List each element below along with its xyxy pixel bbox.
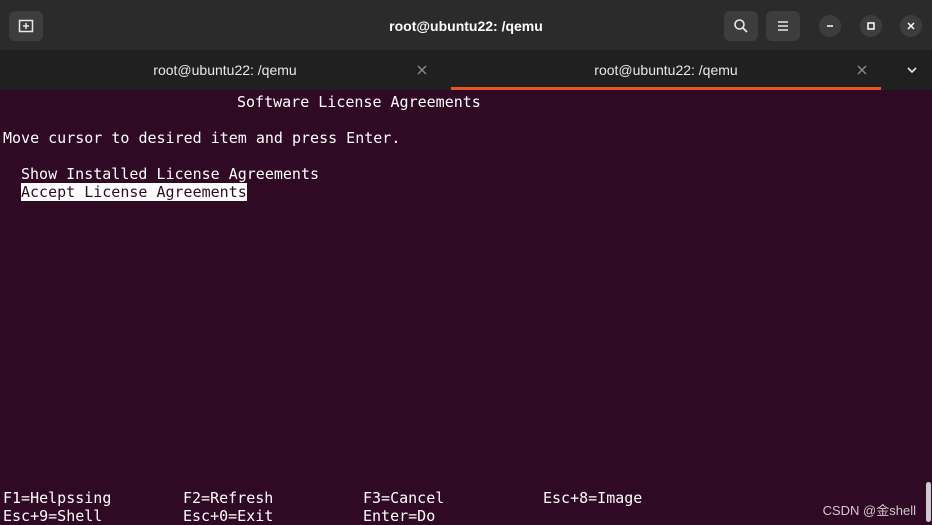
- tab-bar: root@ubuntu22: /qemu root@ubuntu22: /qem…: [0, 50, 932, 90]
- fkey-help: F1=Helpssing: [3, 489, 112, 507]
- tab-label: root@ubuntu22: /qemu: [594, 62, 738, 78]
- chevron-down-icon: [907, 67, 917, 74]
- maximize-button[interactable]: [860, 15, 882, 37]
- hamburger-menu-icon: [778, 21, 788, 31]
- screen-heading: Software License Agreements: [237, 93, 481, 111]
- tab-1[interactable]: root@ubuntu22: /qemu: [0, 50, 450, 90]
- menu-item-accept-license[interactable]: Accept License Agreements: [21, 183, 247, 201]
- minimize-button[interactable]: [819, 15, 841, 37]
- title-bar: root@ubuntu22: /qemu: [0, 0, 932, 50]
- fkey-refresh: F2=Refresh: [183, 489, 274, 507]
- terminal-area[interactable]: Software License Agreements Move cursor …: [0, 90, 932, 525]
- maximize-icon: [867, 22, 875, 30]
- menu-button[interactable]: [766, 11, 800, 41]
- fkey-cancel: F3=Cancel: [363, 489, 445, 507]
- close-icon: [907, 22, 915, 30]
- watermark: CSDN @金shell: [822, 503, 916, 518]
- tab-2-active[interactable]: root@ubuntu22: /qemu: [451, 50, 881, 90]
- fkey-shell: Esc+9=Shell: [3, 507, 103, 525]
- close-button[interactable]: [900, 15, 922, 37]
- search-button[interactable]: [724, 11, 758, 41]
- close-icon: [417, 65, 427, 75]
- fkey-exit: Esc+0=Exit: [183, 507, 274, 525]
- scrollbar-thumb[interactable]: [926, 482, 931, 522]
- tab-close-button[interactable]: [415, 63, 429, 77]
- close-icon: [857, 65, 867, 75]
- tab-close-button[interactable]: [855, 63, 869, 77]
- search-icon: [734, 19, 748, 33]
- new-tab-icon: [18, 19, 34, 33]
- minimize-icon: [827, 25, 833, 27]
- fkey-do: Enter=Do: [363, 507, 436, 525]
- instruction-text: Move cursor to desired item and press En…: [3, 129, 401, 147]
- tab-overflow-button[interactable]: [905, 63, 919, 77]
- new-tab-button[interactable]: [9, 11, 43, 41]
- fkey-image: Esc+8=Image: [543, 489, 643, 507]
- tab-label: root@ubuntu22: /qemu: [153, 62, 297, 78]
- menu-item-show-installed[interactable]: Show Installed License Agreements: [21, 165, 319, 183]
